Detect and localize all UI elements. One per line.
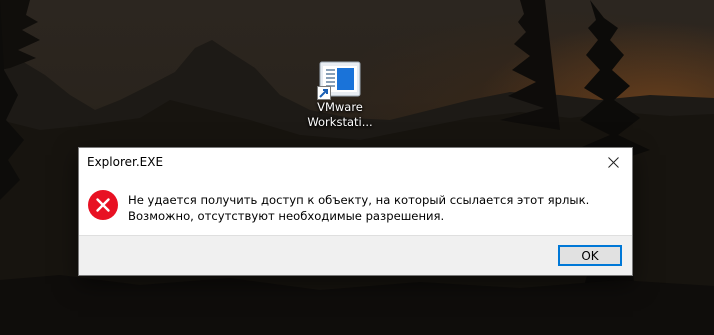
error-message: Не удается получить доступ к объекту, на… [128,193,590,223]
vmware-app-icon [317,60,362,100]
shortcut-arrow-icon [317,86,331,100]
error-icon [88,190,118,220]
dialog-title: Explorer.EXE [87,155,164,169]
close-icon [607,157,619,168]
shortcut-label-line2: Workstati... [307,115,373,129]
shortcut-label-line1: VMware [317,100,363,114]
close-button[interactable] [594,148,632,177]
ok-button[interactable]: OK [558,245,622,266]
dialog-footer: OK [79,235,632,275]
dialog-titlebar[interactable]: Explorer.EXE [79,148,632,177]
vmware-shortcut[interactable]: VMware Workstati... [303,58,377,138]
error-dialog: Explorer.EXE Не удается получить доступ … [78,147,633,276]
dialog-content: Не удается получить доступ к объекту, на… [79,177,632,237]
